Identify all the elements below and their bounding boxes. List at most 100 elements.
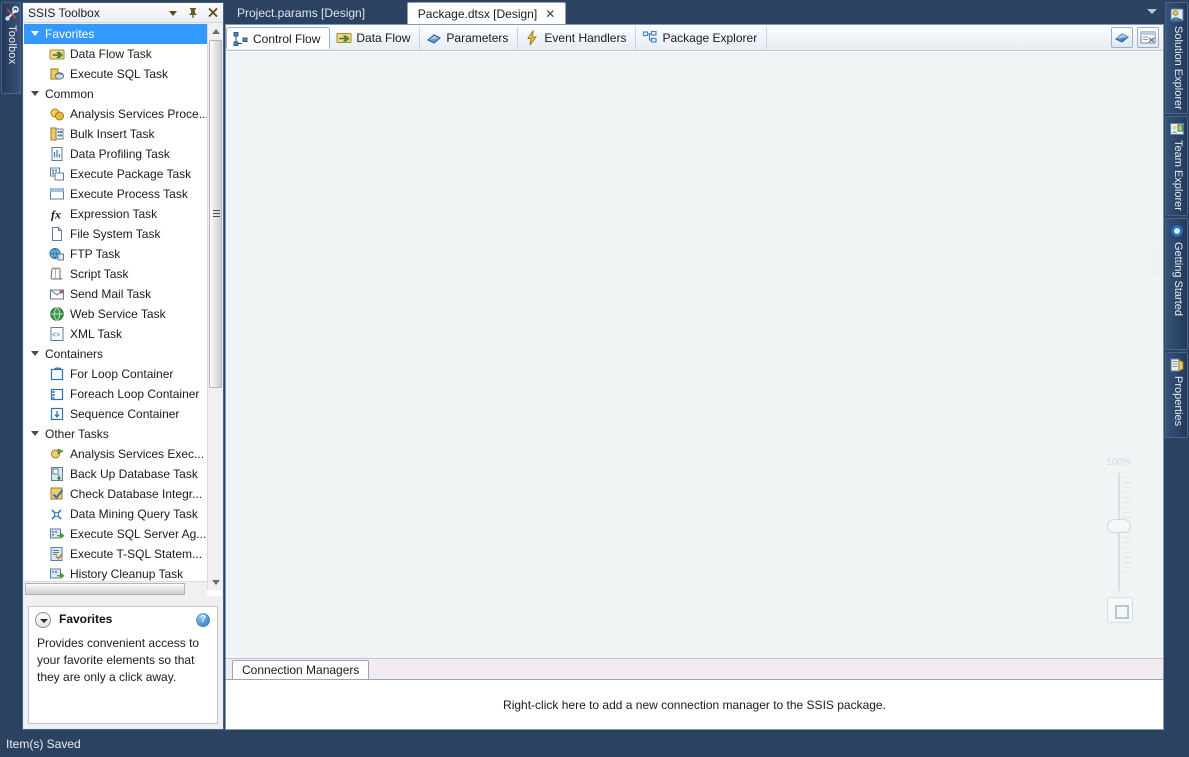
- toolbox-item-ftp-task[interactable]: FTP Task: [24, 244, 207, 264]
- toolbox-group-common[interactable]: Common: [24, 84, 207, 104]
- toolbox-group-containers[interactable]: Containers: [24, 344, 207, 364]
- designer-tab-label: Package Explorer: [662, 31, 757, 45]
- toolbox-icon: [4, 6, 20, 22]
- toolbox-item-execute-sql-server-ag[interactable]: Execute SQL Server Ag...: [24, 524, 207, 544]
- toolbox-header: SSIS Toolbox: [23, 3, 223, 23]
- toolbox-item-analysis-services-proce[interactable]: Analysis Services Proce...: [24, 104, 207, 124]
- right-rail-tab-team-explorer[interactable]: Team Explorer: [1165, 116, 1188, 216]
- tab-connection-managers[interactable]: Connection Managers: [232, 660, 369, 679]
- left-rail-tab-toolbox[interactable]: Toolbox: [1, 2, 21, 94]
- control-flow-canvas[interactable]: 100%: [226, 52, 1163, 658]
- pin-icon[interactable]: [186, 5, 200, 20]
- connection-managers-body[interactable]: Right-click here to add a new connection…: [226, 679, 1163, 729]
- collapse-toggle-icon[interactable]: [35, 612, 51, 628]
- fit-to-window-icon[interactable]: [1107, 597, 1133, 623]
- zoom-slider-thumb[interactable]: [1107, 519, 1131, 533]
- toolbox-item-label: Execute SQL Server Ag...: [70, 527, 206, 541]
- right-rail-tab-properties[interactable]: Properties: [1165, 352, 1188, 438]
- close-icon[interactable]: [206, 5, 220, 20]
- toolbox-item-execute-sql-task[interactable]: Execute SQL Task: [24, 64, 207, 84]
- scrollbar-thumb[interactable]: [209, 40, 222, 388]
- right-rail-tab-label: Getting Started (SSIS): [1166, 242, 1189, 349]
- designer-tab-parameters[interactable]: Parameters: [420, 27, 518, 49]
- zoom-control: 100%: [1095, 457, 1143, 617]
- script-task-icon: [49, 266, 65, 282]
- scroll-up-button[interactable]: [208, 24, 222, 39]
- execute-package-task-icon: [49, 166, 65, 182]
- toolbox-item-execute-package-task[interactable]: Execute Package Task: [24, 164, 207, 184]
- toolbox-item-xml-task[interactable]: <>XML Task: [24, 324, 207, 344]
- toolbox-item-expression-task[interactable]: fx Expression Task: [24, 204, 207, 224]
- execute-process-task-icon: [49, 186, 65, 202]
- document-tab-package-dtsx[interactable]: Package.dtsx [Design]✕: [407, 2, 566, 25]
- toolbox-horizontal-scrollbar[interactable]: [24, 581, 207, 596]
- expression-task-icon: fx: [49, 206, 65, 222]
- toolbox-item-sequence-container[interactable]: Sequence Container: [24, 404, 207, 424]
- toolbox-item-data-mining-query-task[interactable]: Data Mining Query Task: [24, 504, 207, 524]
- svg-text:fx: fx: [51, 208, 61, 222]
- toolbox-item-foreach-loop-container[interactable]: Foreach Loop Container: [24, 384, 207, 404]
- toolbox-item-back-up-database-task[interactable]: Back Up Database Task: [24, 464, 207, 484]
- getting-started-icon: [1169, 223, 1185, 239]
- toolbox-item-execute-t-sql-statem[interactable]: Execute T-SQL Statem...: [24, 544, 207, 564]
- expander-triangle-icon: [31, 91, 39, 96]
- toolbox-scrollport: Favorites Data Flow Task Execute SQL Task C…: [24, 24, 207, 590]
- tab-overflow-chevron-icon[interactable]: [1147, 9, 1157, 14]
- toolbox-item-execute-process-task[interactable]: Execute Process Task: [24, 184, 207, 204]
- designer-tab-event-handlers[interactable]: Event Handlers: [518, 27, 636, 49]
- help-icon[interactable]: ?: [196, 613, 210, 627]
- designer-toolbar-buttons: [1111, 27, 1159, 48]
- designer-tab-package-explorer[interactable]: Package Explorer: [636, 27, 767, 49]
- analysis-services-execute-ddl-icon: [49, 446, 65, 462]
- document-tab-project-params[interactable]: Project.params [Design]: [227, 3, 375, 24]
- connection-managers-hint: Right-click here to add a new connection…: [503, 698, 886, 712]
- zoom-slider-ticks: [1123, 477, 1130, 589]
- svg-text:<>: <>: [52, 332, 60, 339]
- toolbox-group-label: Common: [45, 87, 94, 101]
- package-designer: Control Flow Data FlowParametersEvent Han…: [225, 24, 1164, 730]
- toolbox-item-for-loop-container[interactable]: For Loop Container: [24, 364, 207, 384]
- designer-tab-data-flow[interactable]: Data Flow: [330, 27, 420, 49]
- hscrollbar-thumb[interactable]: [25, 583, 185, 595]
- toolbox-item-script-task[interactable]: Script Task: [24, 264, 207, 284]
- toolbox-item-analysis-services-exec[interactable]: Analysis Services Exec...: [24, 444, 207, 464]
- toolbox-group-label: Other Tasks: [45, 427, 109, 441]
- status-bar: Item(s) Saved: [0, 732, 1189, 757]
- toolbox-item-bulk-insert-task[interactable]: Bulk Insert Task: [24, 124, 207, 144]
- toolbox-item-send-mail-task[interactable]: Send Mail Task: [24, 284, 207, 304]
- expander-triangle-icon: [31, 431, 39, 436]
- toolbox-item-label: Data Mining Query Task: [70, 507, 198, 521]
- close-icon[interactable]: ✕: [545, 3, 555, 25]
- toolbox-group-favorites[interactable]: Favorites: [24, 24, 207, 44]
- toolbox-item-label: Back Up Database Task: [70, 467, 198, 481]
- toolbox-item-data-profiling-task[interactable]: Data Profiling Task: [24, 144, 207, 164]
- chevron-down-icon[interactable]: [166, 5, 180, 20]
- parameters-icon: [426, 30, 442, 46]
- left-rail-tab-label: Toolbox: [2, 25, 22, 93]
- right-rail-tab-getting-started-ssis[interactable]: Getting Started (SSIS): [1165, 218, 1188, 350]
- toolbox-item-label: Foreach Loop Container: [70, 387, 199, 401]
- toolbox-item-label: Send Mail Task: [70, 287, 151, 301]
- toolbox-item-label: Analysis Services Proce...: [70, 107, 207, 121]
- toolbox-group-label: Favorites: [45, 27, 94, 41]
- toolbox-title: SSIS Toolbox: [28, 6, 100, 20]
- toolbox-item-list: Favorites Data Flow Task Execute SQL Task C…: [24, 24, 222, 596]
- toolbox-item-web-service-task[interactable]: Web Service Task: [24, 304, 207, 324]
- toolbox-item-check-database-integr[interactable]: Check Database Integr...: [24, 484, 207, 504]
- variables-button[interactable]: [1137, 27, 1159, 48]
- data-flow-task-icon: [49, 46, 65, 62]
- scroll-down-button[interactable]: [208, 575, 222, 590]
- toolbox-item-file-system-task[interactable]: File System Task: [24, 224, 207, 244]
- foreach-loop-container-icon: [49, 386, 65, 402]
- toolbox-vertical-scrollbar[interactable]: [207, 24, 222, 590]
- toolbox-item-data-flow-task[interactable]: Data Flow Task: [24, 44, 207, 64]
- toolbox-item-label: Expression Task: [70, 207, 157, 221]
- description-text: Provides convenient access to your favor…: [37, 635, 209, 686]
- designer-tab-control-flow[interactable]: Control Flow: [226, 27, 330, 49]
- designer-tab-label: Control Flow: [253, 32, 320, 46]
- designer-view-tabs: Control Flow Data FlowParametersEvent Han…: [226, 25, 1163, 51]
- right-rail-tab-solution-explorer[interactable]: Solution Explorer: [1165, 2, 1188, 114]
- toolbox-group-other-tasks[interactable]: Other Tasks: [24, 424, 207, 444]
- parameters-button[interactable]: [1111, 27, 1133, 48]
- toolbox-item-label: Data Flow Task: [70, 47, 152, 61]
